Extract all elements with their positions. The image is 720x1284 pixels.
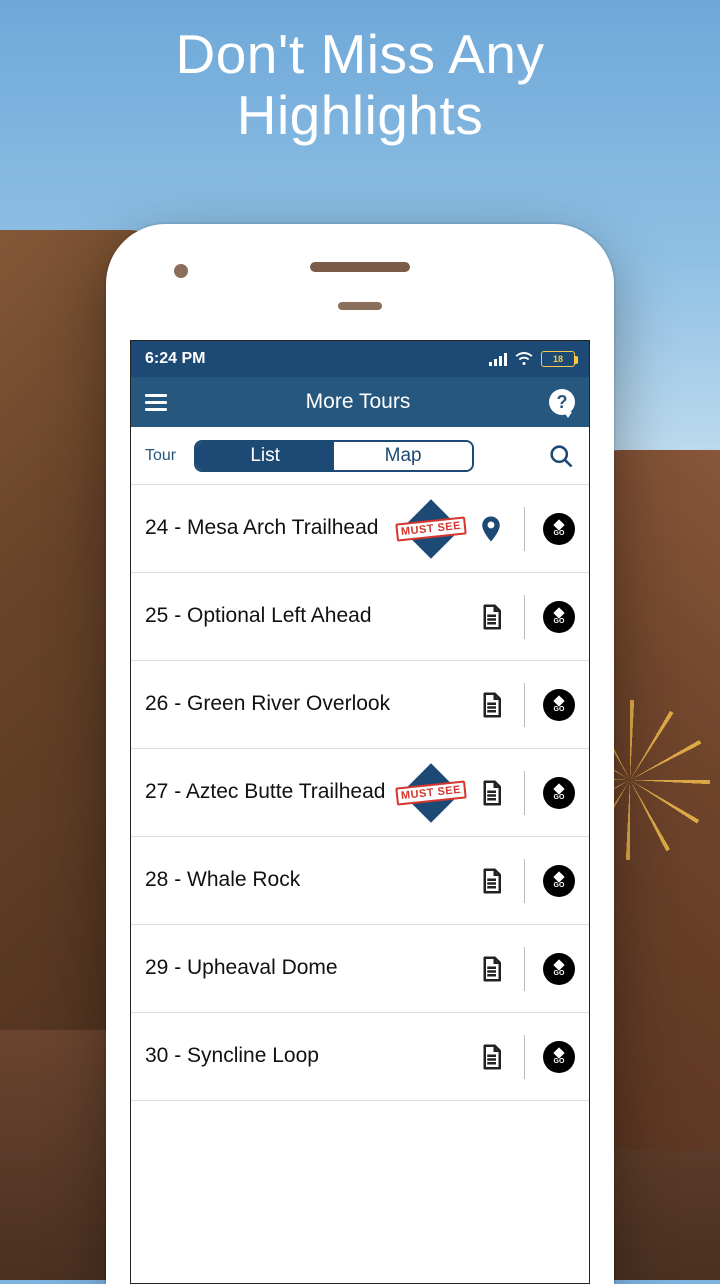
promo-headline-line1: Don't Miss Any <box>175 23 544 85</box>
location-pin-button[interactable] <box>476 514 506 544</box>
document-icon <box>476 602 506 632</box>
go-button[interactable]: GO <box>543 865 575 897</box>
list-item[interactable]: 27 - Aztec Butte Trailhead MUST SEE GO <box>131 749 589 837</box>
status-bar: 6:24 PM 18 <box>131 341 589 377</box>
navigate-icon <box>553 607 564 618</box>
list-item-title: 25 - Optional Left Ahead <box>145 603 466 629</box>
battery-percent: 18 <box>553 354 563 364</box>
divider <box>524 595 525 639</box>
must-see-badge: MUST SEE <box>396 502 466 556</box>
navigate-icon <box>553 695 564 706</box>
navigate-icon <box>553 959 564 970</box>
menu-button[interactable] <box>145 394 167 411</box>
list-item[interactable]: 28 - Whale Rock GO <box>131 837 589 925</box>
tab-map[interactable]: Map <box>334 442 472 470</box>
must-see-text: MUST SEE <box>395 780 466 805</box>
go-button[interactable]: GO <box>543 953 575 985</box>
phone-speaker-icon <box>310 262 410 272</box>
search-icon <box>547 442 575 470</box>
help-icon: ? <box>557 392 568 413</box>
details-button[interactable] <box>476 690 506 720</box>
divider <box>524 947 525 991</box>
details-button[interactable] <box>476 954 506 984</box>
list-item[interactable]: 24 - Mesa Arch Trailhead MUST SEE GO <box>131 485 589 573</box>
location-pin-icon <box>476 514 506 544</box>
navigate-icon <box>553 783 564 794</box>
list-item[interactable]: 25 - Optional Left Ahead GO <box>131 573 589 661</box>
list-item-title: 29 - Upheaval Dome <box>145 955 466 981</box>
promo-headline: Don't Miss Any Highlights <box>0 24 720 145</box>
list-item[interactable]: 26 - Green River Overlook GO <box>131 661 589 749</box>
divider <box>524 859 525 903</box>
document-icon <box>476 866 506 896</box>
go-button[interactable]: GO <box>543 777 575 809</box>
tour-label: Tour <box>145 447 176 465</box>
list-item[interactable]: 29 - Upheaval Dome GO <box>131 925 589 1013</box>
go-button[interactable]: GO <box>543 1041 575 1073</box>
list-item-title: 24 - Mesa Arch Trailhead <box>145 515 386 541</box>
sub-header: Tour List Map <box>131 427 589 485</box>
go-button[interactable]: GO <box>543 689 575 721</box>
navigate-icon <box>553 519 564 530</box>
list-item[interactable]: 30 - Syncline Loop GO <box>131 1013 589 1101</box>
document-icon <box>476 1042 506 1072</box>
divider <box>524 1035 525 1079</box>
details-button[interactable] <box>476 1042 506 1072</box>
divider <box>524 771 525 815</box>
phone-speaker-small-icon <box>338 302 382 310</box>
divider <box>524 683 525 727</box>
list-item-title: 30 - Syncline Loop <box>145 1043 466 1069</box>
phone-frame: 6:24 PM 18 More Tours ? Tour List <box>106 224 614 1284</box>
status-time: 6:24 PM <box>145 350 205 368</box>
tab-list[interactable]: List <box>196 442 334 470</box>
navigate-icon <box>553 1047 564 1058</box>
page-title: More Tours <box>167 390 549 414</box>
must-see-text: MUST SEE <box>395 516 466 541</box>
status-icons: 18 <box>489 350 575 368</box>
help-button[interactable]: ? <box>549 389 575 415</box>
signal-icon <box>489 352 507 366</box>
details-button[interactable] <box>476 602 506 632</box>
navigate-icon <box>553 871 564 882</box>
promo-headline-line2: Highlights <box>237 84 484 146</box>
go-button[interactable]: GO <box>543 513 575 545</box>
list-item-title: 26 - Green River Overlook <box>145 691 466 717</box>
search-button[interactable] <box>547 442 575 470</box>
app-screen: 6:24 PM 18 More Tours ? Tour List <box>130 340 590 1284</box>
document-icon <box>476 778 506 808</box>
go-button[interactable]: GO <box>543 601 575 633</box>
list-item-title: 28 - Whale Rock <box>145 867 466 893</box>
tour-list[interactable]: 24 - Mesa Arch TrailheadMUST SEE GO25 - … <box>131 485 589 1101</box>
details-button[interactable] <box>476 778 506 808</box>
document-icon <box>476 690 506 720</box>
battery-icon: 18 <box>541 351 575 367</box>
app-bar: More Tours ? <box>131 377 589 427</box>
document-icon <box>476 954 506 984</box>
details-button[interactable] <box>476 866 506 896</box>
wifi-icon <box>515 350 533 368</box>
must-see-badge: MUST SEE <box>396 766 466 820</box>
view-toggle: List Map <box>194 440 474 472</box>
list-item-title: 27 - Aztec Butte Trailhead <box>145 779 386 805</box>
divider <box>524 507 525 551</box>
